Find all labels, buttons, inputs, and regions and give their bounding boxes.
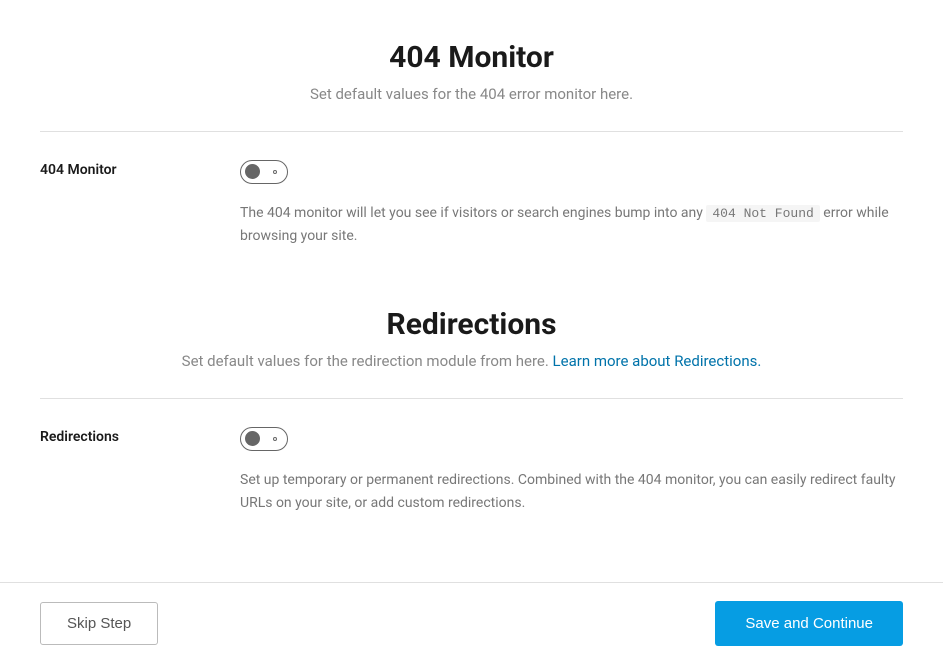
section-desc-redirections: Set default values for the redirection m… [40, 352, 903, 370]
toggle-404-monitor[interactable] [240, 160, 288, 184]
section-desc-404: Set default values for the 404 error mon… [40, 85, 903, 103]
section-header-redirections: Redirections Set default values for the … [40, 307, 903, 370]
toggle-redirections[interactable] [240, 427, 288, 451]
option-row-404-monitor: 404 Monitor The 404 monitor will let you… [40, 132, 903, 247]
option-row-redirections: Redirections Set up temporary or permane… [40, 399, 903, 514]
option-label-redirections: Redirections [40, 427, 240, 514]
save-continue-button[interactable]: Save and Continue [715, 601, 903, 646]
option-help-404-monitor: The 404 monitor will let you see if visi… [240, 202, 900, 247]
section-title-redirections: Redirections [40, 307, 903, 342]
option-help-redirections: Set up temporary or permanent redirectio… [240, 469, 900, 514]
section-title-404: 404 Monitor [40, 40, 903, 75]
option-label-404-monitor: 404 Monitor [40, 160, 240, 247]
skip-step-button[interactable]: Skip Step [40, 602, 158, 645]
footer: Skip Step Save and Continue [0, 582, 943, 664]
section-redirections: Redirections Set default values for the … [40, 307, 903, 514]
code-404-not-found: 404 Not Found [706, 205, 819, 222]
learn-more-redirections-link[interactable]: Learn more about Redirections. [553, 352, 762, 370]
section-404-monitor: 404 Monitor Set default values for the 4… [40, 40, 903, 247]
section-header-404: 404 Monitor Set default values for the 4… [40, 40, 903, 103]
